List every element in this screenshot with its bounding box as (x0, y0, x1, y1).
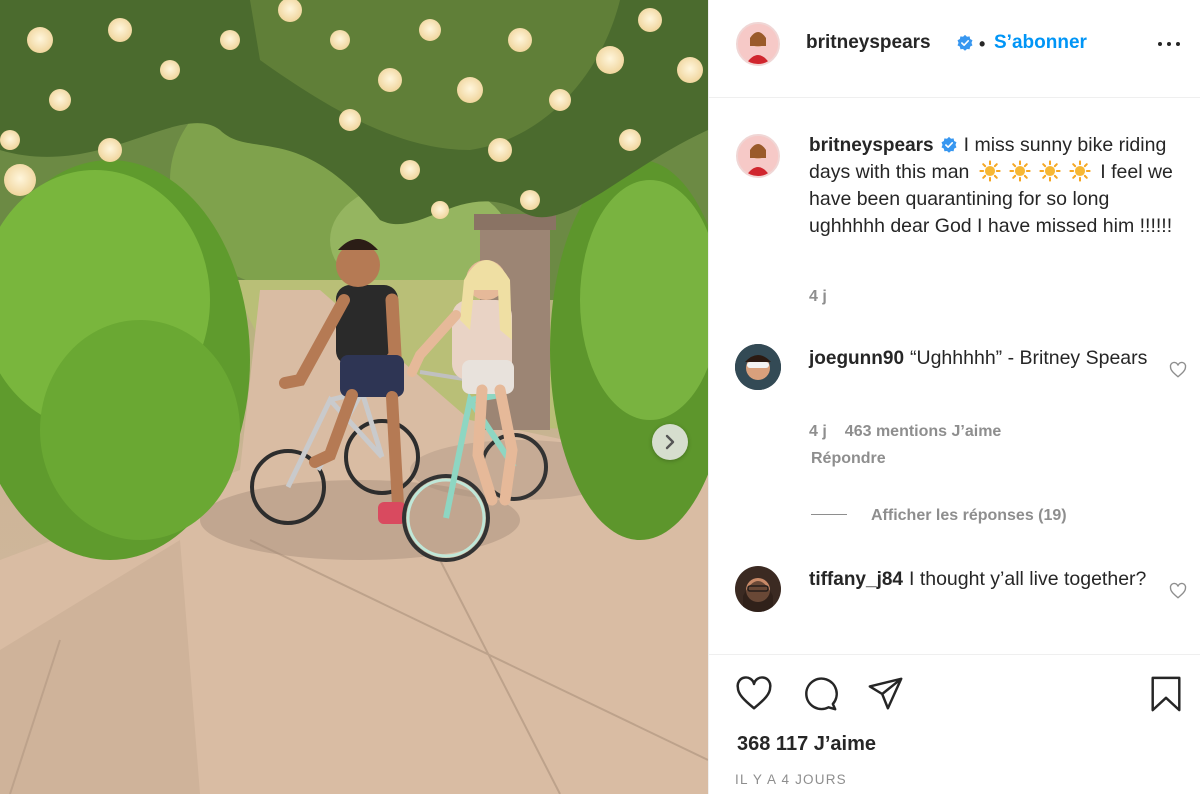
bike-ride-photo (0, 0, 708, 794)
comment-meta: 4 j 463 mentions J’aime (809, 423, 1001, 441)
post-header: britneyspears • S’abonner (709, 0, 1200, 98)
comment-like-heart-icon[interactable] (1169, 582, 1187, 600)
separator-dot: • (979, 34, 986, 54)
chevron-right-icon (665, 434, 675, 450)
sun-emoji-icon (979, 160, 1001, 182)
more-options-icon[interactable] (1155, 30, 1183, 58)
owner-username[interactable]: britneyspears (806, 32, 931, 54)
commenter-username[interactable]: tiffany_j84 (809, 569, 903, 590)
comment-age[interactable]: 4 j (809, 423, 827, 440)
more-dot (1158, 42, 1162, 46)
sun-emoji-icon (1039, 160, 1061, 182)
instagram-post: britneyspears • S’abonner britneyspears … (0, 0, 1200, 794)
commenter-username[interactable]: joegunn90 (809, 348, 904, 369)
post-side-panel: britneyspears • S’abonner britneyspears … (708, 0, 1200, 794)
caption-text: britneyspears I miss sunny bike riding da… (809, 132, 1189, 240)
avatar-image (738, 24, 778, 64)
bookmark-icon[interactable] (1147, 675, 1185, 713)
more-dot (1167, 42, 1171, 46)
comment-icon[interactable] (801, 675, 839, 713)
avatar-image (735, 566, 781, 612)
replies-divider (811, 514, 847, 515)
sun-emoji-group (975, 160, 1095, 183)
post-photo (0, 0, 708, 794)
follow-button[interactable]: S’abonner (994, 32, 1087, 54)
avatar-image (735, 344, 781, 390)
commenter-avatar[interactable] (735, 566, 781, 612)
comment-text: joegunn90 “Ughhhhh” - Britney Spears (809, 345, 1189, 372)
avatar-image (738, 136, 778, 176)
post-actions: 368 117 J’aime IL Y A 4 JOURS (709, 654, 1200, 795)
like-count[interactable]: 368 117 J’aime (737, 733, 876, 756)
caption-username[interactable]: britneyspears (809, 135, 934, 156)
paper-plane-icon[interactable] (867, 675, 905, 713)
comments-list[interactable]: britneyspears I miss sunny bike riding da… (709, 98, 1200, 653)
verified-badge-icon (941, 136, 957, 153)
commenter-avatar[interactable] (735, 344, 781, 390)
view-replies-button[interactable]: Afficher les réponses (19) (811, 507, 1067, 525)
comment-body: “Ughhhhh” - Britney Spears (910, 347, 1148, 369)
comment-text: tiffany_j84 I thought y’all live together… (809, 566, 1189, 593)
reply-button[interactable]: Répondre (811, 450, 886, 468)
post-timestamp[interactable]: IL Y A 4 JOURS (735, 772, 847, 787)
more-dot (1176, 42, 1180, 46)
caption-age[interactable]: 4 j (809, 288, 827, 306)
sun-emoji-icon (1009, 160, 1031, 182)
comment-like-heart-icon[interactable] (1169, 361, 1187, 379)
comment-body: I thought y’all live together? (908, 568, 1147, 590)
view-replies-label: Afficher les réponses (19) (871, 507, 1067, 524)
caption-avatar[interactable] (736, 134, 780, 178)
verified-badge-icon (957, 34, 973, 51)
comment-likes[interactable]: 463 mentions J’aime (845, 423, 1002, 440)
next-photo-button[interactable] (652, 424, 688, 460)
sun-emoji-icon (1069, 160, 1091, 182)
heart-icon[interactable] (735, 675, 773, 713)
owner-avatar[interactable] (736, 22, 780, 66)
